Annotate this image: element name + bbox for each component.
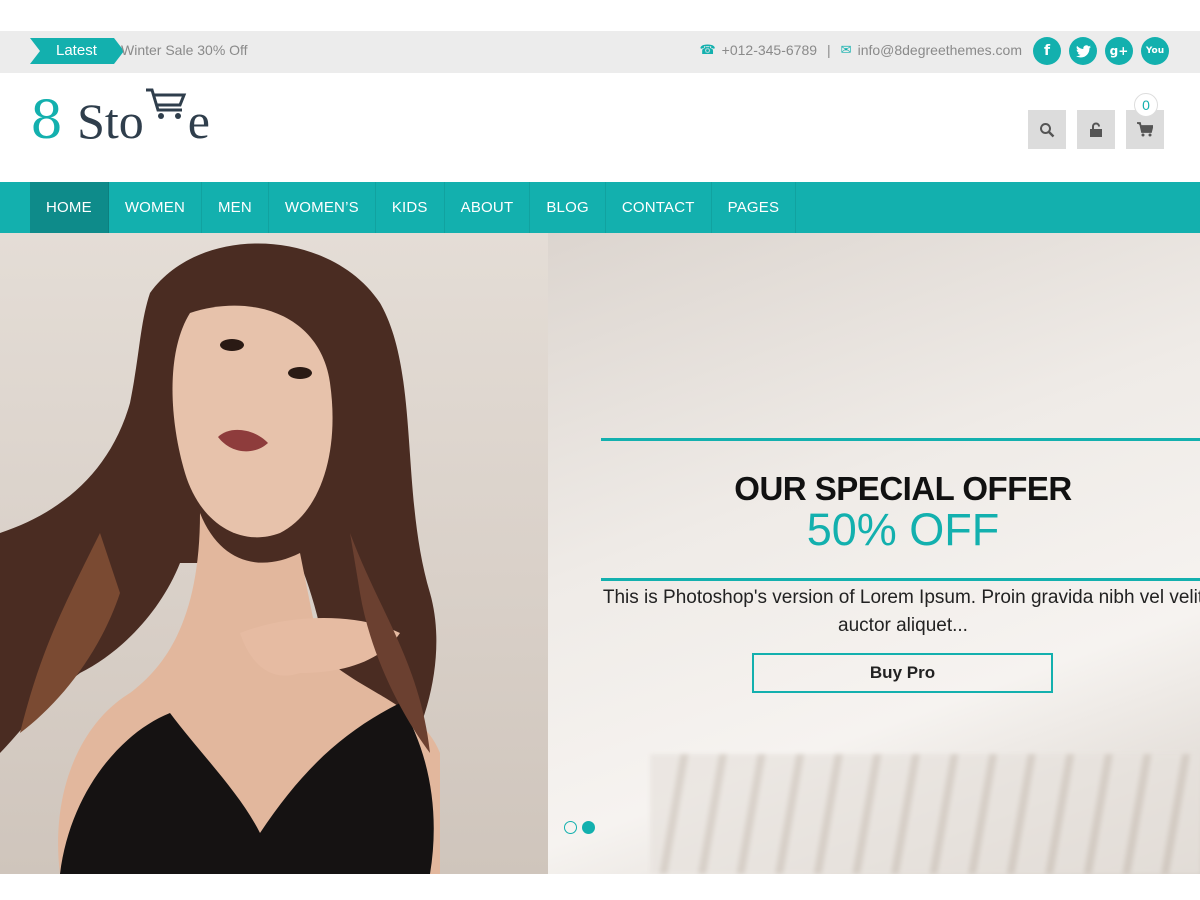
cart-button[interactable]: 0 bbox=[1126, 93, 1164, 149]
twitter-icon[interactable] bbox=[1069, 37, 1097, 65]
nav-home[interactable]: HOME bbox=[30, 182, 109, 233]
offer-description-line2: auctor aliquet... bbox=[838, 615, 968, 636]
login-button[interactable] bbox=[1077, 110, 1115, 149]
nav-about[interactable]: ABOUT bbox=[445, 182, 531, 233]
offer-title: OUR SPECIAL OFFER bbox=[734, 470, 1072, 507]
offer-top-line bbox=[601, 438, 1200, 441]
offer-bottom-line bbox=[601, 578, 1200, 581]
phone-icon: ☎ bbox=[699, 42, 716, 57]
social-links: f g+ You bbox=[1033, 37, 1169, 65]
slider-dot-2[interactable] bbox=[582, 821, 595, 834]
hero-slider: OUR SPECIAL OFFER 50% OFF This is Photos… bbox=[0, 233, 1200, 874]
youtube-icon[interactable]: You bbox=[1141, 37, 1169, 65]
search-icon bbox=[1040, 122, 1055, 137]
header-icons: 0 bbox=[1028, 93, 1164, 149]
hero-background-stairs bbox=[650, 754, 1200, 874]
logo-number: 8 bbox=[30, 91, 64, 151]
contact-separator: | bbox=[827, 42, 831, 58]
offer-discount: 50% OFF bbox=[806, 504, 1000, 555]
offer-description: This is Photoshop's version of Lorem Ips… bbox=[602, 584, 1200, 640]
lock-icon bbox=[1090, 122, 1102, 137]
logo-cart-icon bbox=[144, 88, 188, 140]
envelope-icon: ✉ bbox=[840, 42, 852, 57]
nav-blog[interactable]: BLOG bbox=[530, 182, 606, 233]
google-plus-icon[interactable]: g+ bbox=[1105, 37, 1133, 65]
cart-icon bbox=[1137, 122, 1153, 137]
logo-text-end: e bbox=[187, 93, 210, 149]
nav-women[interactable]: WOMEN bbox=[109, 182, 202, 233]
main-nav: HOME WOMEN MEN WOMEN’S KIDS ABOUT BLOG C… bbox=[0, 182, 1200, 233]
cart-count-badge: 0 bbox=[1134, 93, 1158, 117]
nav-men[interactable]: MEN bbox=[202, 182, 269, 233]
news-ticker[interactable]: Winter Sale 30% Off bbox=[121, 42, 248, 58]
slider-dot-1[interactable] bbox=[564, 821, 577, 834]
logo-wordmark: Sto e bbox=[77, 88, 210, 150]
top-bar: Latest Winter Sale 30% Off ☎ +012-345-67… bbox=[0, 31, 1200, 73]
latest-label: Latest bbox=[56, 42, 97, 59]
nav-pages[interactable]: PAGES bbox=[712, 182, 797, 233]
site-logo[interactable]: 8 Sto e bbox=[30, 88, 210, 151]
phone-number: +012-345-6789 bbox=[721, 42, 818, 58]
offer-description-line1: This is Photoshop's version of Lorem Ips… bbox=[602, 587, 1200, 608]
logo-text-start: Sto bbox=[77, 93, 144, 149]
email-address[interactable]: info@8degreethemes.com bbox=[858, 42, 1022, 58]
latest-ribbon: Latest bbox=[30, 38, 124, 64]
nav-kids[interactable]: KIDS bbox=[376, 182, 445, 233]
site-header: 8 Sto e 0 bbox=[0, 73, 1200, 181]
search-button[interactable] bbox=[1028, 110, 1066, 149]
slider-dots bbox=[564, 821, 595, 834]
nav-womens[interactable]: WOMEN’S bbox=[269, 182, 376, 233]
hero-model-image bbox=[0, 233, 548, 874]
nav-contact[interactable]: CONTACT bbox=[606, 182, 712, 233]
contact-info: ☎ +012-345-6789 | ✉ info@8degreethemes.c… bbox=[699, 42, 1022, 58]
facebook-icon[interactable]: f bbox=[1033, 37, 1061, 65]
buy-pro-button[interactable]: Buy Pro bbox=[752, 653, 1053, 693]
